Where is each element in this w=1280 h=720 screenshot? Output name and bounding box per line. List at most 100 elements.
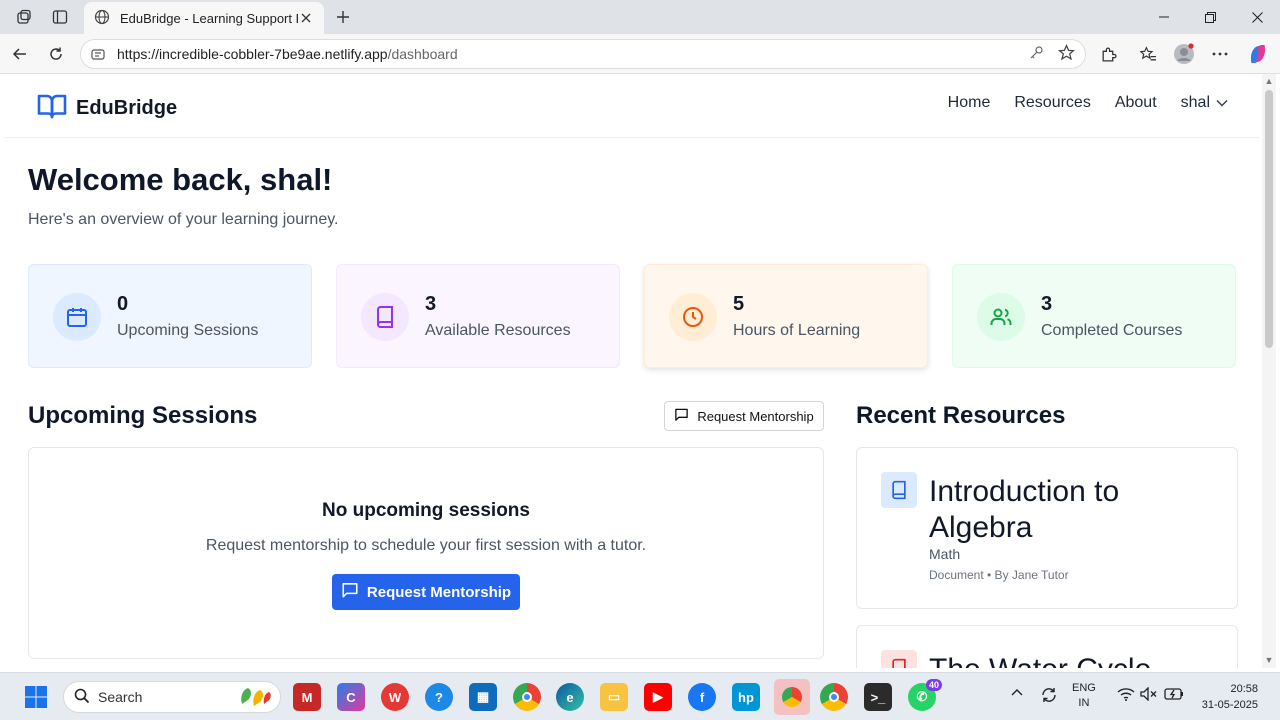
stat-value: 3 — [1041, 293, 1053, 315]
copilot-app-icon[interactable]: C — [337, 683, 365, 711]
book-icon — [881, 650, 917, 668]
request-mentorship-primary-button[interactable]: Request Mentorship — [332, 574, 520, 610]
button-label: Request Mentorship — [366, 583, 512, 601]
help-icon[interactable]: ? — [425, 683, 453, 711]
site-info-icon[interactable] — [91, 46, 107, 62]
web-page: EduBridge Home Resources About shal Welc… — [4, 74, 1260, 668]
stat-value: 0 — [117, 293, 129, 315]
user-menu[interactable]: shal — [1181, 94, 1228, 112]
url-path: /dashboard — [387, 46, 458, 62]
back-icon[interactable] — [9, 43, 31, 65]
close-tab-icon[interactable] — [298, 10, 314, 26]
book-icon — [361, 293, 409, 341]
youtube-icon[interactable]: ▶ — [644, 683, 672, 711]
facebook-icon[interactable]: f — [688, 683, 716, 711]
search-icon — [74, 688, 90, 707]
url-host: https://incredible-cobbler-7be9ae.netlif… — [117, 46, 388, 62]
chrome-icon[interactable] — [513, 683, 541, 711]
date: 31-05-2025 — [1201, 699, 1258, 711]
minimize-icon[interactable] — [1141, 6, 1187, 28]
restore-icon[interactable] — [1187, 6, 1233, 28]
page-subtitle: Here's an overview of your learning jour… — [28, 211, 339, 228]
key-icon[interactable] — [1028, 45, 1044, 64]
book-icon — [881, 472, 917, 508]
calendar-icon — [53, 293, 101, 341]
language-code: ENG — [1072, 682, 1096, 694]
stat-card-sessions: 0 Upcoming Sessions — [28, 264, 312, 368]
whatsapp-icon[interactable]: ✆ 40 — [908, 679, 942, 711]
resource-card[interactable]: The Water Cycle — [856, 625, 1238, 668]
resource-card[interactable]: Introduction to Algebra Math Document • … — [856, 447, 1238, 609]
volume-muted-icon[interactable] — [1140, 686, 1158, 706]
edge-icon[interactable]: e — [556, 683, 584, 711]
copilot-icon[interactable] — [1247, 43, 1269, 65]
hp-app-icon[interactable]: hp — [732, 683, 760, 711]
terminal-icon[interactable]: >_ — [864, 683, 892, 711]
taskbar-search[interactable]: Search — [63, 681, 281, 713]
favorites-icon[interactable] — [1137, 43, 1159, 65]
taskbar-clock[interactable]: 20:58 31-05-2025 — [1202, 681, 1258, 713]
close-window-icon[interactable] — [1234, 6, 1280, 28]
browser-tab[interactable]: EduBridge - Learning Support Pla — [84, 2, 324, 34]
favorite-star-icon[interactable] — [1057, 44, 1076, 64]
chrome-profile-icon[interactable] — [774, 679, 810, 715]
file-explorer-icon[interactable]: ▭ — [600, 683, 628, 711]
notification-badge: 40 — [925, 679, 942, 691]
chevron-up-icon[interactable] — [1010, 687, 1024, 702]
open-book-icon — [36, 92, 68, 125]
scroll-up-icon[interactable]: ▲ — [1264, 76, 1274, 86]
top-nav: Home Resources About shal — [948, 94, 1228, 112]
tab-title: EduBridge - Learning Support Pla — [120, 10, 298, 26]
empty-state-title: No upcoming sessions — [322, 500, 530, 521]
empty-state-text: Request mentorship to schedule your firs… — [205, 537, 647, 554]
nav-resources[interactable]: Resources — [1014, 94, 1090, 112]
region-code: IN — [1078, 697, 1090, 709]
stat-card-resources: 3 Available Resources — [336, 264, 620, 368]
profile-avatar-icon[interactable] — [1173, 43, 1195, 65]
chrome-second-profile-icon[interactable] — [820, 683, 848, 711]
globe-icon — [94, 9, 110, 28]
logo[interactable]: EduBridge — [36, 92, 177, 125]
request-mentorship-button[interactable]: Request Mentorship — [664, 401, 824, 431]
mcafee-icon[interactable]: M — [293, 683, 321, 711]
more-options-icon[interactable] — [1209, 43, 1231, 65]
stat-label: Available Resources — [425, 322, 571, 339]
clock-icon — [669, 293, 717, 341]
scroll-down-icon[interactable]: ▼ — [1264, 655, 1274, 665]
stat-value: 3 — [425, 293, 437, 315]
page-scrollbar[interactable]: ▲ ▼ — [1262, 74, 1276, 668]
nav-home[interactable]: Home — [948, 94, 991, 112]
new-tab-icon[interactable] — [332, 6, 354, 28]
url-bar[interactable]: https://incredible-cobbler-7be9ae.netlif… — [80, 39, 1086, 69]
resource-subject: Math — [929, 546, 961, 562]
scroll-thumb[interactable] — [1265, 90, 1273, 348]
microsoft-store-icon[interactable]: ▦ — [469, 683, 497, 711]
workspaces-icon[interactable] — [14, 7, 34, 27]
sync-icon[interactable] — [1040, 686, 1058, 709]
language-indicator[interactable]: ENG IN — [1072, 681, 1096, 711]
page-title: Welcome back, shal! — [28, 162, 333, 197]
sessions-panel: No upcoming sessions Request mentorship … — [28, 447, 824, 659]
browser-tab-bar: EduBridge - Learning Support Pla — [0, 0, 1280, 34]
app-header: EduBridge Home Resources About shal — [4, 74, 1260, 138]
windows-start-icon[interactable] — [24, 685, 48, 709]
brand-name: EduBridge — [76, 97, 178, 119]
chevron-down-icon — [1216, 94, 1228, 112]
nav-about[interactable]: About — [1115, 94, 1157, 112]
windows-taskbar: Search M C W ? ▦ e ▭ ▶ f hp >_ ✆ 40 ENG I… — [0, 672, 1280, 720]
stat-value: 5 — [733, 293, 745, 315]
resource-title[interactable]: The Water Cycle — [929, 652, 1219, 668]
stat-card-completed: 3 Completed Courses — [952, 264, 1236, 368]
wifi-icon[interactable] — [1117, 687, 1135, 706]
message-square-icon — [674, 407, 689, 425]
user-name: shal — [1180, 94, 1210, 111]
wps-office-icon[interactable]: W — [381, 683, 409, 711]
button-label: Request Mentorship — [697, 408, 814, 424]
vertical-tabs-icon[interactable] — [50, 7, 70, 27]
extensions-icon[interactable] — [1097, 43, 1119, 65]
time: 20:58 — [1230, 683, 1258, 695]
resource-title[interactable]: Introduction to Algebra — [929, 474, 1219, 546]
battery-charging-icon[interactable] — [1164, 687, 1184, 706]
stat-label: Upcoming Sessions — [117, 322, 259, 339]
refresh-icon[interactable] — [45, 43, 67, 65]
